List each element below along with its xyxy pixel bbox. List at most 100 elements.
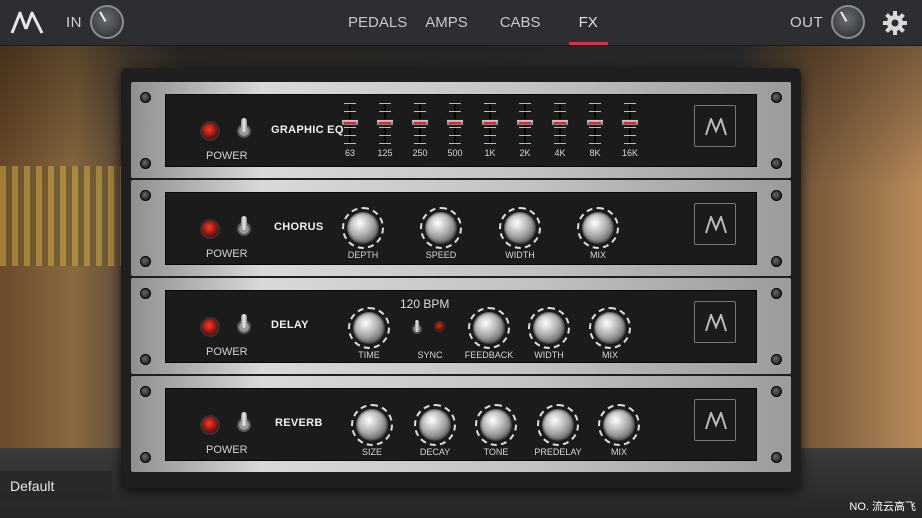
top-bar: IN PEDALS AMPS CABS FX OUT	[0, 0, 922, 46]
knob-label: MIX	[610, 447, 627, 457]
bpm-readout: 120 BPM	[400, 297, 450, 311]
power-label: POWER	[206, 248, 248, 260]
rack-screw	[140, 288, 151, 299]
rack-screw	[771, 452, 782, 463]
rack-screw	[771, 190, 782, 201]
eq-slider-1k[interactable]	[481, 103, 499, 145]
knob-label: SPEED	[425, 250, 457, 260]
eq-power-toggle[interactable]	[236, 118, 252, 144]
fx-rack: POWER GRAPHIC EQ 63 125 250 500 1K 2K 4K 8K 16K …	[121, 68, 801, 488]
chorus-speed-knob[interactable]	[420, 207, 462, 249]
input-gain-knob[interactable]	[90, 5, 124, 39]
reverb-decay-knob[interactable]	[414, 404, 456, 446]
rack-screw	[771, 354, 782, 365]
rack-screw	[771, 256, 782, 267]
output-label: OUT	[790, 13, 824, 31]
rack-screw	[140, 92, 151, 103]
input-label: IN	[66, 13, 82, 31]
rack-screw	[140, 190, 151, 201]
output-gain: OUT	[790, 5, 866, 39]
eq-band-label: 2K	[519, 148, 531, 158]
power-label: POWER	[206, 150, 248, 162]
rack-screw	[140, 386, 151, 397]
eq-band-label: 1K	[484, 148, 496, 158]
delay-time-knob[interactable]	[348, 307, 390, 349]
reverb-unit: POWER REVERB SIZE DECAY TONE PREDELAY MI…	[131, 376, 791, 472]
knob-label: WIDTH	[505, 250, 535, 260]
knob-label: MIX	[601, 350, 618, 360]
power-led-icon	[200, 317, 220, 337]
chorus-depth-knob[interactable]	[342, 207, 384, 249]
brand-logo-icon	[694, 203, 736, 245]
eq-band-label: 500	[447, 148, 463, 158]
rack-screw	[140, 158, 151, 169]
delay-feedback-knob[interactable]	[468, 307, 510, 349]
reverb-predelay-knob[interactable]	[537, 404, 579, 446]
reverb-size-knob[interactable]	[351, 404, 393, 446]
unit-title: GRAPHIC EQ	[271, 124, 344, 136]
watermark-text: NO. 流云高飞	[849, 501, 916, 513]
output-gain-knob[interactable]	[831, 5, 866, 39]
delay-sync-toggle[interactable]	[412, 320, 422, 334]
unit-title: REVERB	[275, 417, 323, 429]
eq-slider-16k[interactable]	[621, 103, 639, 145]
power-led-icon	[200, 121, 220, 141]
delay-unit: POWER DELAY TIME 120 BPM SYNC FEEDBACK W…	[131, 278, 791, 374]
reverb-tone-knob[interactable]	[475, 404, 517, 446]
brand-logo-icon	[694, 301, 736, 343]
rack-screw	[771, 288, 782, 299]
eq-slider-8k[interactable]	[586, 103, 604, 145]
power-label: POWER	[206, 444, 248, 456]
eq-band-label: 125	[377, 148, 393, 158]
brand-logo-icon	[694, 105, 736, 147]
unit-title: DELAY	[271, 319, 309, 331]
eq-panel: POWER GRAPHIC EQ 63 125 250 500 1K 2K 4K 8K 16K	[165, 94, 757, 167]
eq-slider-4k[interactable]	[551, 103, 569, 145]
power-label: POWER	[206, 346, 248, 358]
chorus-mix-knob[interactable]	[577, 207, 619, 249]
knob-label: MIX	[589, 250, 606, 260]
tab-amps[interactable]: AMPS	[417, 0, 476, 46]
input-gain: IN	[66, 5, 124, 39]
logo-icon[interactable]	[10, 11, 44, 35]
eq-slider-250[interactable]	[411, 103, 429, 145]
eq-slider-500[interactable]	[446, 103, 464, 145]
sync-led-icon	[434, 321, 445, 332]
eq-slider-125[interactable]	[376, 103, 394, 145]
main-nav: PEDALS AMPS CABS FX	[340, 0, 608, 46]
chorus-panel: POWER CHORUS DEPTH SPEED WIDTH MIX	[165, 192, 757, 265]
chorus-width-knob[interactable]	[499, 207, 541, 249]
tab-pedals[interactable]: PEDALS	[340, 0, 415, 46]
delay-panel: POWER DELAY TIME 120 BPM SYNC FEEDBACK W…	[165, 290, 757, 363]
rack-screw	[140, 452, 151, 463]
background-console	[0, 166, 130, 266]
tab-cabs[interactable]: CABS	[492, 0, 549, 46]
power-led-icon	[200, 415, 220, 435]
gear-icon[interactable]	[882, 10, 908, 36]
unit-title: CHORUS	[274, 221, 324, 233]
knob-label: DEPTH	[347, 250, 379, 260]
rack-screw	[771, 158, 782, 169]
chorus-unit: POWER CHORUS DEPTH SPEED WIDTH MIX	[131, 180, 791, 276]
rack-screw	[771, 386, 782, 397]
eq-slider-2k[interactable]	[516, 103, 534, 145]
eq-band-label: 8K	[589, 148, 601, 158]
rack-screw	[771, 92, 782, 103]
reverb-mix-knob[interactable]	[598, 404, 640, 446]
graphic-eq-unit: POWER GRAPHIC EQ 63 125 250 500 1K 2K 4K 8K 16K	[131, 82, 791, 178]
reverb-panel: POWER REVERB SIZE DECAY TONE PREDELAY MI…	[165, 388, 757, 461]
eq-band-label: 63	[344, 148, 355, 158]
chorus-power-toggle[interactable]	[236, 216, 252, 242]
eq-band-label: 16K	[621, 148, 638, 158]
brand-logo-icon	[694, 399, 736, 441]
delay-mix-knob[interactable]	[589, 307, 631, 349]
power-led-icon	[200, 219, 220, 239]
delay-width-knob[interactable]	[528, 307, 570, 349]
preset-selector[interactable]: Default	[0, 471, 112, 501]
eq-slider-63[interactable]	[341, 103, 359, 145]
rack-screw	[140, 354, 151, 365]
eq-band-label: 250	[412, 148, 428, 158]
tab-fx[interactable]: FX	[568, 0, 608, 46]
reverb-power-toggle[interactable]	[236, 412, 252, 438]
delay-power-toggle[interactable]	[236, 314, 252, 340]
